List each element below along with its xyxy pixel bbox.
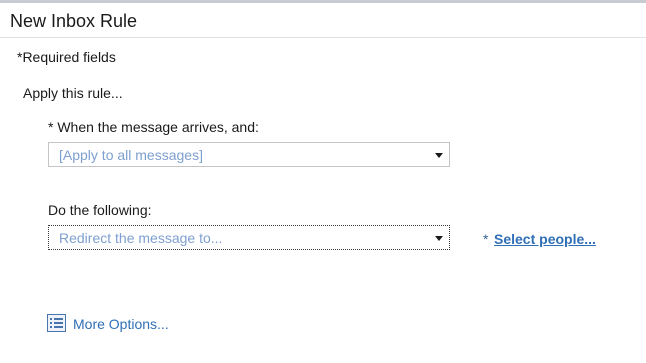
title-divider: [0, 37, 646, 38]
condition-selected-value: [Apply to all messages]: [59, 147, 203, 163]
condition-label: * When the message arrives, and:: [48, 119, 259, 135]
required-marker: *: [483, 231, 489, 247]
condition-dropdown[interactable]: [Apply to all messages]: [48, 142, 450, 167]
action-dropdown[interactable]: Redirect the message to...: [48, 225, 450, 250]
apply-rule-heading: Apply this rule...: [23, 85, 123, 101]
window-top-border: [0, 0, 646, 3]
action-label: Do the following:: [48, 202, 152, 218]
list-options-icon: [47, 314, 66, 332]
action-selected-value: Redirect the message to...: [59, 230, 223, 246]
page-title: New Inbox Rule: [10, 11, 138, 31]
chevron-down-icon: [435, 153, 443, 158]
required-fields-note: *Required fields: [17, 49, 116, 65]
chevron-down-icon: [435, 236, 443, 241]
more-options-label: More Options...: [73, 316, 169, 332]
select-people-link[interactable]: Select people...: [494, 231, 596, 247]
